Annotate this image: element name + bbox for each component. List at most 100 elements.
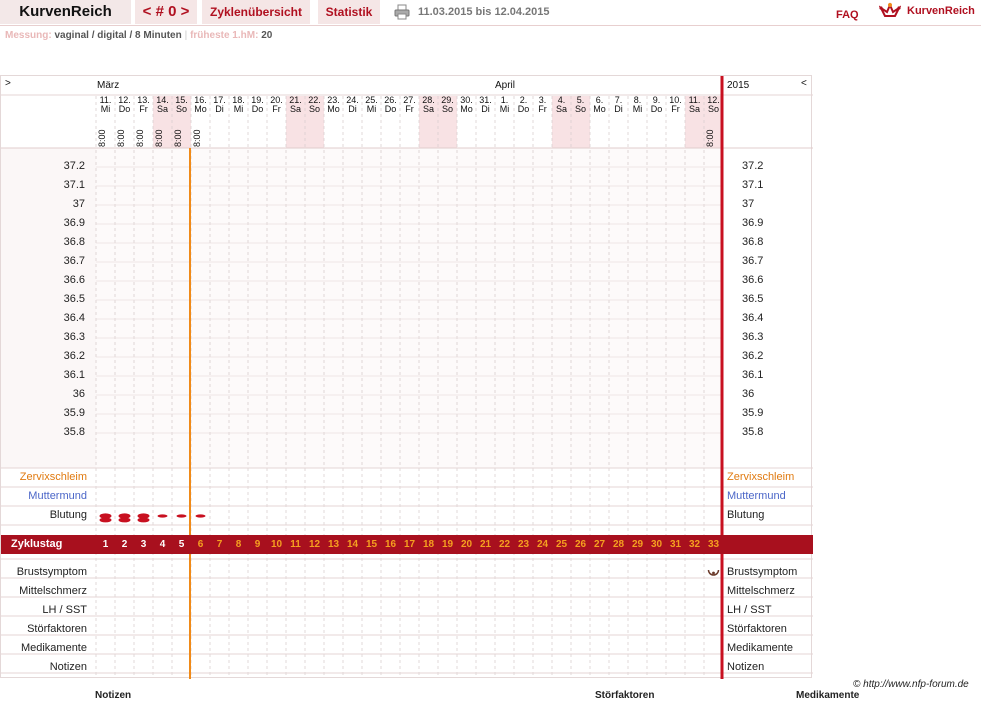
cycle-overview-tab[interactable]: Zyklenübersicht [202, 0, 310, 24]
temp-label-right: 36.4 [742, 312, 764, 324]
cycle-day[interactable]: 25 [552, 535, 571, 554]
cycle-day[interactable]: 20 [457, 535, 476, 554]
month-label-march: März [97, 80, 120, 91]
date-cell[interactable]: 17. Di [210, 96, 229, 148]
date-cell[interactable]: 11. Mi 8:00 [96, 96, 115, 148]
date-cell[interactable]: 28. Sa [419, 96, 438, 148]
temp-label-left: 37.2 [63, 160, 85, 172]
cycle-day[interactable]: 6 [191, 535, 210, 554]
chart-grid [1, 76, 813, 679]
cycle-day[interactable]: 1 [96, 535, 115, 554]
date-cell[interactable]: 6. Mo [590, 96, 609, 148]
cycle-day[interactable]: 2 [115, 535, 134, 554]
date-cell[interactable]: 20. Fr [267, 96, 286, 148]
cycle-day[interactable]: 4 [153, 535, 172, 554]
date-cell[interactable]: 18. Mi [229, 96, 248, 148]
cycle-day[interactable]: 22 [495, 535, 514, 554]
cycle-day[interactable]: 11 [286, 535, 305, 554]
printer-icon[interactable] [394, 4, 410, 20]
cycle-day[interactable]: 12 [305, 535, 324, 554]
row-label-right-1: Mittelschmerz [727, 585, 795, 597]
date-cell[interactable]: 22. So [305, 96, 324, 148]
date-cell[interactable]: 4. Sa [552, 96, 571, 148]
statistics-tab[interactable]: Statistik [318, 0, 380, 24]
date-cell[interactable]: 12. Do 8:00 [115, 96, 134, 148]
row-label-right-5: Notizen [727, 661, 765, 673]
cycle-day[interactable]: 17 [400, 535, 419, 554]
weekday: Fr [139, 104, 148, 114]
temp-label-left: 35.8 [63, 426, 85, 438]
temp-label-left: 36.5 [63, 293, 85, 305]
date-cell[interactable]: 19. Do [248, 96, 267, 148]
cycle-day[interactable]: 7 [210, 535, 229, 554]
date-cell[interactable]: 23. Mo [324, 96, 343, 148]
temp-label-left: 36.4 [63, 312, 85, 324]
cycle-day[interactable]: 14 [343, 535, 362, 554]
cycle-day[interactable]: 9 [248, 535, 267, 554]
date-range: 11.03.2015 bis 12.04.2015 [418, 6, 550, 18]
weekday: Do [517, 104, 530, 114]
cycle-day[interactable]: 30 [647, 535, 666, 554]
cycle-day[interactable]: 8 [229, 535, 248, 554]
date-cell[interactable]: 16. Mo 8:00 [191, 96, 210, 148]
date-cell[interactable]: 3. Fr [533, 96, 552, 148]
cycle-day[interactable]: 21 [476, 535, 495, 554]
weekday: So [707, 104, 719, 114]
cycle-day[interactable]: 19 [438, 535, 457, 554]
weekday: So [574, 104, 586, 114]
temp-label-left: 36.9 [63, 217, 85, 229]
weekday: So [441, 104, 453, 114]
date-cell[interactable]: 8. Mi [628, 96, 647, 148]
date-cell[interactable]: 27. Fr [400, 96, 419, 148]
date-cell[interactable]: 2. Do [514, 96, 533, 148]
earliest-value: 20 [261, 30, 273, 41]
row-label-mucus-right: Zervixschleim [727, 471, 795, 483]
cycle-day[interactable]: 23 [514, 535, 533, 554]
cycle-day[interactable]: 27 [590, 535, 609, 554]
faq-link[interactable]: FAQ [836, 3, 859, 27]
date-cell[interactable]: 29. So [438, 96, 457, 148]
cycle-day[interactable]: 32 [685, 535, 704, 554]
date-cell[interactable]: 24. Di [343, 96, 362, 148]
cycle-day[interactable]: 5 [172, 535, 191, 554]
temp-label-left: 37 [72, 198, 85, 210]
date-cell[interactable]: 21. Sa [286, 96, 305, 148]
date-cell[interactable]: 25. Mi [362, 96, 381, 148]
date-cell[interactable]: 31. Di [476, 96, 495, 148]
cycle-day[interactable]: 18 [419, 535, 438, 554]
date-cell[interactable]: 1. Mi [495, 96, 514, 148]
date-cell[interactable]: 14. Sa 8:00 [153, 96, 172, 148]
date-cell[interactable]: 10. Fr [666, 96, 685, 148]
row-label-1: Mittelschmerz [19, 585, 87, 597]
date-cell[interactable]: 30. Mo [457, 96, 476, 148]
cycle-day[interactable]: 29 [628, 535, 647, 554]
cycle-day[interactable]: 3 [134, 535, 153, 554]
measurement-info: Messung: vaginal / digital / 8 Minuten |… [5, 30, 272, 41]
date-cell[interactable]: 15. So 8:00 [172, 96, 191, 148]
cycle-day[interactable]: 13 [324, 535, 343, 554]
temp-label-right: 36.7 [742, 255, 764, 267]
date-cell[interactable]: 9. Do [647, 96, 666, 148]
temp-label-left: 35.9 [63, 407, 85, 419]
weekday: Do [118, 104, 131, 114]
weekday: Fr [405, 104, 414, 114]
date-cell[interactable]: 7. Di [609, 96, 628, 148]
scroll-right-arrow[interactable]: < [801, 78, 807, 89]
cycle-day[interactable]: 31 [666, 535, 685, 554]
measure-time: 8:00 [192, 129, 202, 147]
scroll-left-arrow[interactable]: > [5, 78, 11, 89]
weekday: Sa [156, 104, 168, 114]
date-cell[interactable]: 11. Sa [685, 96, 704, 148]
cycle-day[interactable]: 28 [609, 535, 628, 554]
date-cell[interactable]: 12. So 8:00 [704, 96, 723, 148]
cycle-day[interactable]: 24 [533, 535, 552, 554]
cycle-day[interactable]: 16 [381, 535, 400, 554]
cycle-navigator[interactable]: < # 0 > [135, 0, 197, 24]
cycle-day[interactable]: 26 [571, 535, 590, 554]
cycle-day[interactable]: 10 [267, 535, 286, 554]
date-cell[interactable]: 26. Do [381, 96, 400, 148]
date-cell[interactable]: 5. So [571, 96, 590, 148]
date-cell[interactable]: 13. Fr 8:00 [134, 96, 153, 148]
cycle-day[interactable]: 15 [362, 535, 381, 554]
cycle-day[interactable]: 33 [704, 535, 723, 554]
